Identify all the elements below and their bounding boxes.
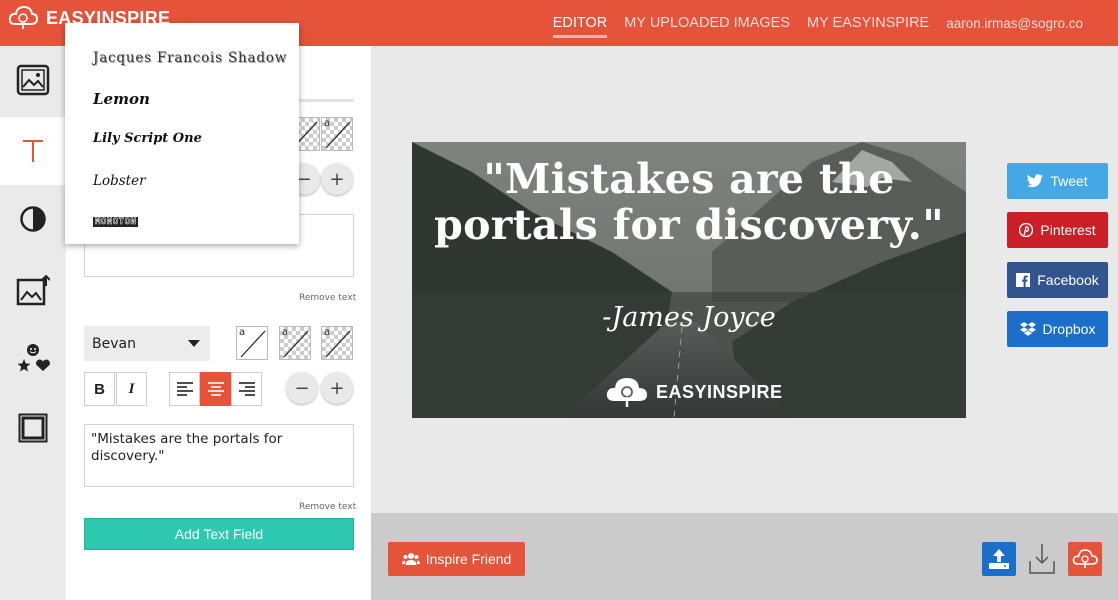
text2-remove-link[interactable]: Remove text — [299, 502, 356, 512]
italic-button[interactable]: I — [116, 372, 147, 406]
dropbox-icon — [1019, 322, 1036, 336]
bold-button[interactable]: B — [84, 372, 115, 406]
font-option-monoton[interactable]: Monoton — [93, 217, 139, 227]
align-right-icon — [238, 382, 255, 396]
text1-stroke-color-swatch[interactable]: a — [321, 117, 353, 151]
cloud-lightbulb-icon — [1072, 549, 1098, 568]
pinterest-label: Pinterest — [1040, 222, 1096, 238]
font-option-jacques-francois-shadow[interactable]: Jacques Francois Shadow — [93, 50, 287, 66]
inspire-friend-button[interactable]: Inspire Friend — [388, 542, 525, 576]
rail-item-upload-image[interactable] — [0, 256, 66, 324]
canvas-author-text[interactable]: -James Joyce — [412, 302, 966, 333]
nav-editor[interactable]: EDITOR — [552, 15, 607, 38]
canvas-watermark-text: EASYINSPIRE — [656, 381, 783, 402]
text2-bg-color-swatch[interactable]: a — [279, 326, 311, 360]
rail-item-stickers[interactable] — [0, 324, 66, 392]
facebook-icon — [1016, 273, 1031, 287]
align-center-icon — [207, 382, 224, 396]
canvas-quote-text[interactable]: "Mistakes are the portals for discovery.… — [412, 156, 966, 248]
nav-my-easyinspire[interactable]: MY EASYINSPIRE — [807, 15, 929, 31]
upload-button[interactable] — [982, 542, 1016, 576]
design-canvas[interactable]: "Mistakes are the portals for discovery.… — [412, 142, 966, 418]
no-color-slash-icon — [325, 121, 351, 149]
inspire-friend-label: Inspire Friend — [425, 551, 512, 567]
caret-down-icon — [188, 340, 200, 347]
text2-size-decrease-button[interactable]: − — [286, 372, 318, 404]
text1-remove-link[interactable]: Remove text — [299, 293, 356, 303]
text2-stroke-color-swatch[interactable]: a — [321, 326, 353, 360]
contrast-icon — [20, 206, 46, 232]
download-button[interactable] — [1025, 542, 1059, 576]
plus-icon: + — [329, 377, 345, 399]
font-option-lobster[interactable]: Lobster — [93, 173, 146, 189]
text2-text-color-swatch[interactable]: a — [236, 326, 268, 360]
font-option-lily-script-one[interactable]: Lily Script One — [93, 131, 202, 146]
text2-size-increase-button[interactable]: + — [321, 372, 353, 404]
facebook-button[interactable]: Facebook — [1007, 262, 1108, 298]
frame-icon — [18, 413, 48, 443]
no-color-slash-icon — [325, 330, 351, 358]
align-left-icon — [176, 382, 193, 396]
text2-input[interactable]: "Mistakes are the portals for discovery.… — [84, 424, 354, 487]
twitter-icon — [1027, 174, 1044, 188]
rail-item-images[interactable] — [0, 46, 66, 114]
align-center-button[interactable] — [200, 372, 231, 406]
user-email[interactable]: aaron.irmas@sogro.co — [946, 16, 1083, 31]
rail-item-text[interactable] — [0, 117, 66, 185]
stickers-icon — [17, 344, 50, 372]
add-text-field-button[interactable]: Add Text Field — [84, 518, 354, 550]
minus-icon: − — [294, 377, 310, 399]
font-dropdown-menu: Jacques Francois Shadow Lemon Lily Scrip… — [65, 23, 299, 244]
main-nav: EDITOR MY UPLOADED IMAGES MY EASYINSPIRE… — [552, 0, 1118, 46]
font-option-lemon[interactable]: Lemon — [93, 90, 150, 108]
save-to-easyinspire-button[interactable] — [1068, 542, 1102, 576]
pinterest-button[interactable]: Pinterest — [1007, 212, 1108, 248]
nav-my-uploaded-images[interactable]: MY UPLOADED IMAGES — [624, 15, 790, 31]
users-icon — [401, 553, 420, 565]
tweet-label: Tweet — [1050, 173, 1088, 189]
rail-item-filters[interactable] — [0, 185, 66, 253]
align-right-button[interactable] — [231, 372, 262, 406]
cloud-lightbulb-icon — [8, 5, 38, 29]
no-color-slash-icon — [240, 330, 266, 358]
text1-size-increase-button[interactable]: + — [321, 163, 353, 195]
cloud-lightbulb-icon — [606, 378, 647, 407]
upload-icon — [989, 549, 1009, 569]
no-color-slash-icon — [283, 330, 309, 358]
canvas-watermark: EASYINSPIRE — [604, 374, 783, 410]
rail-item-frames[interactable] — [0, 394, 66, 462]
dropbox-button[interactable]: Dropbox — [1007, 311, 1108, 347]
tool-rail — [0, 46, 66, 600]
align-left-button[interactable] — [169, 372, 200, 406]
dropbox-label: Dropbox — [1042, 321, 1096, 337]
tweet-button[interactable]: Tweet — [1007, 163, 1108, 199]
font-select[interactable]: Bevan — [84, 326, 210, 361]
image-icon — [16, 64, 50, 96]
upload-image-icon — [16, 274, 50, 306]
facebook-label: Facebook — [1037, 272, 1099, 288]
pinterest-icon — [1019, 223, 1034, 237]
plus-icon: + — [329, 168, 345, 190]
font-select-value: Bevan — [92, 335, 136, 352]
download-icon — [1029, 544, 1055, 574]
text-icon — [23, 140, 43, 162]
